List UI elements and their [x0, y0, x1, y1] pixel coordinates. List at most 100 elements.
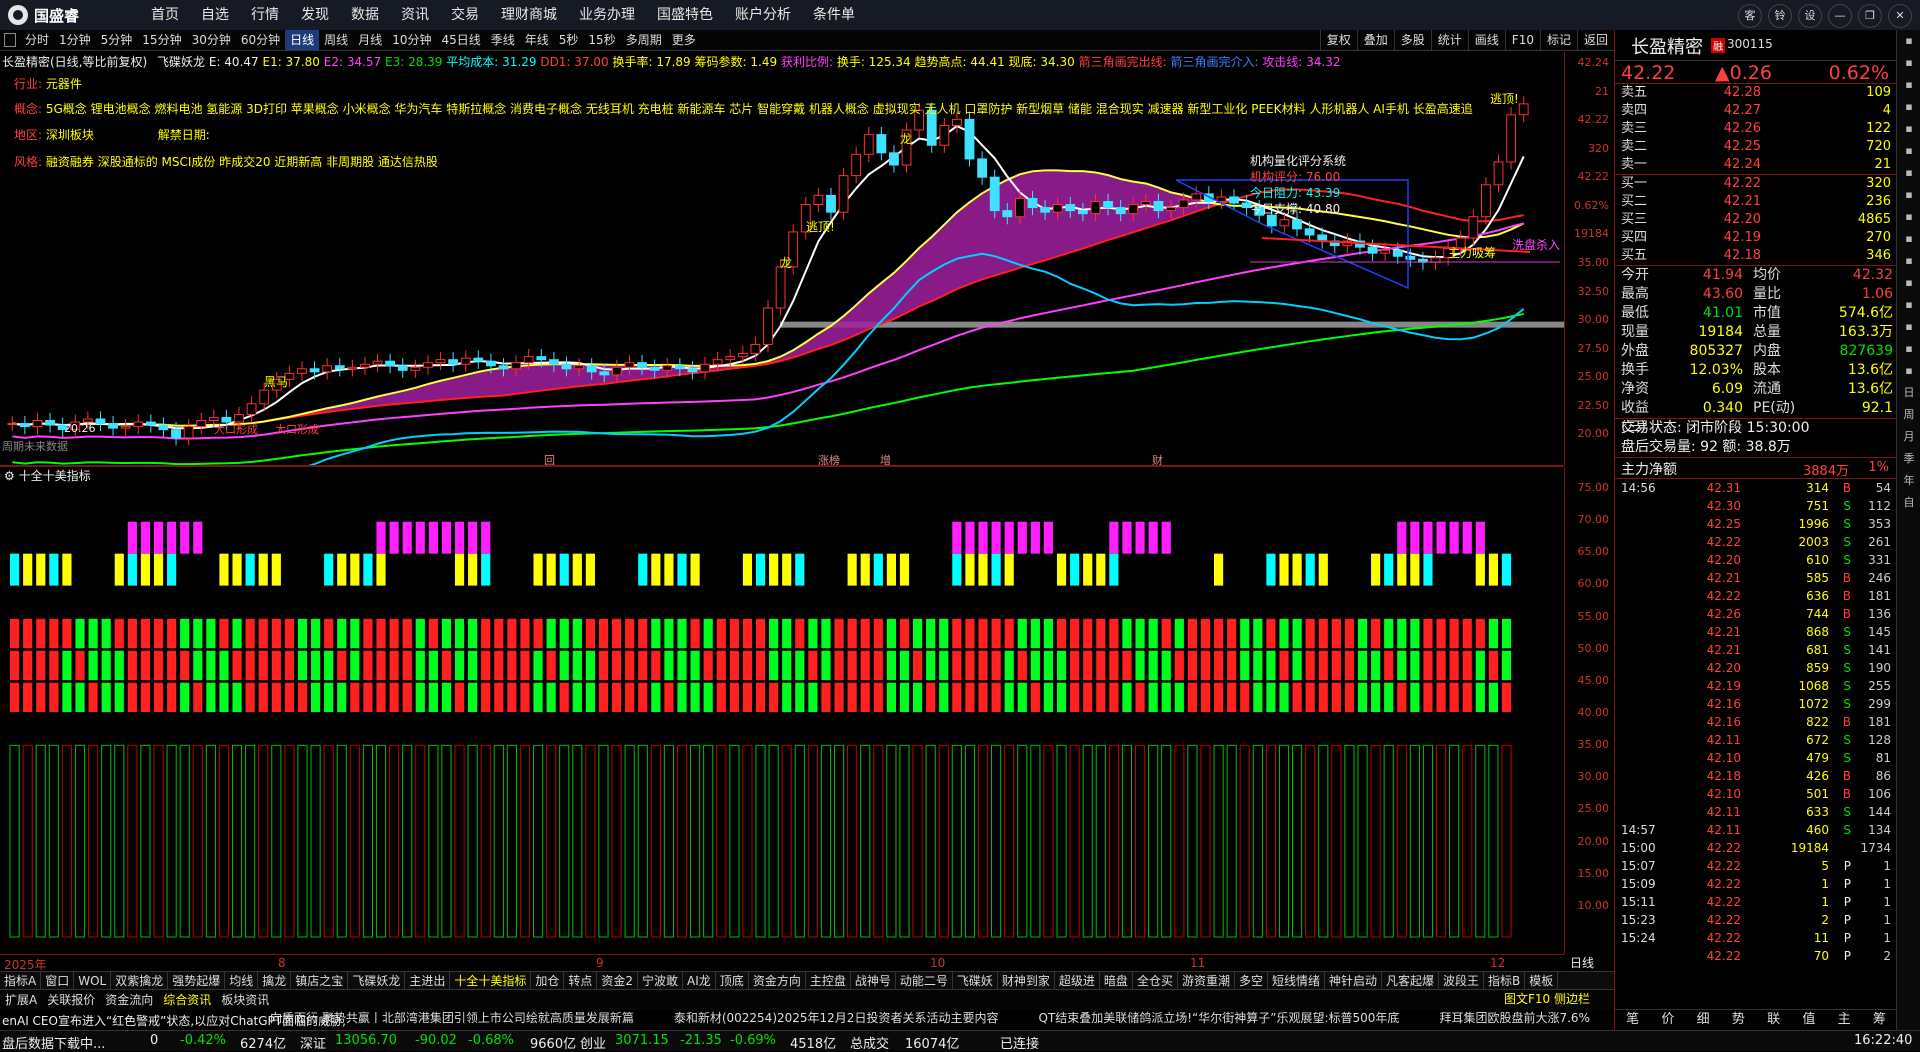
menu-item-10[interactable]: 账户分析: [724, 0, 802, 30]
side-tool-icon[interactable]: ▪: [1897, 184, 1920, 206]
indicator-tab-8[interactable]: 飞碟妖龙: [348, 972, 406, 990]
collapse-icon[interactable]: [4, 33, 16, 47]
indicator-tab-29[interactable]: 神针启动: [1325, 972, 1383, 990]
tick-tab-3[interactable]: 势: [1721, 1010, 1756, 1030]
window-control-0[interactable]: 客: [1738, 4, 1762, 28]
indicator-tab-32[interactable]: 指标B: [1484, 972, 1526, 990]
side-tool-icon[interactable]: ▪: [1897, 118, 1920, 140]
indicator-tab-22[interactable]: 财神到家: [998, 972, 1055, 990]
bid-row[interactable]: 买四 42.19 270: [1621, 229, 1897, 247]
side-tool-icon[interactable]: ▪: [1897, 140, 1920, 162]
bottom-tab-1[interactable]: 关联报价: [42, 990, 100, 1010]
indicator-tab-20[interactable]: 动能二号: [896, 972, 953, 990]
tool-button-3[interactable]: 统计: [1430, 30, 1468, 50]
tick-tab-0[interactable]: 笔: [1615, 1010, 1650, 1030]
period-8[interactable]: 月线: [353, 30, 387, 50]
side-tool-icon[interactable]: ▪: [1897, 52, 1920, 74]
side-tool-icon[interactable]: ▪: [1897, 162, 1920, 184]
window-control-3[interactable]: —: [1828, 4, 1852, 28]
indicator-tab-18[interactable]: 主控盘: [806, 972, 851, 990]
period-4[interactable]: 30分钟: [187, 30, 236, 50]
period-10[interactable]: 45日线: [436, 30, 485, 50]
indicator-tab-12[interactable]: 转点: [564, 972, 598, 990]
period-2[interactable]: 5分钟: [96, 30, 138, 50]
period-7[interactable]: 周线: [319, 30, 353, 50]
bottom-tab-3[interactable]: 综合资讯: [158, 990, 216, 1010]
ask-row[interactable]: 卖一 42.24 21: [1621, 156, 1897, 174]
sidebar-link[interactable]: 侧边栏: [1554, 992, 1590, 1006]
indicator-tab-7[interactable]: 镇店之宝: [291, 972, 349, 990]
tool-button-0[interactable]: 复权: [1319, 30, 1357, 50]
period-3[interactable]: 15分钟: [137, 30, 186, 50]
tool-button-5[interactable]: F10: [1504, 30, 1540, 50]
indicator-tab-26[interactable]: 游资重潮: [1178, 972, 1235, 990]
side-tool-icon[interactable]: ▪: [1897, 250, 1920, 272]
period-13[interactable]: 5秒: [554, 30, 584, 50]
indicator-tab-23[interactable]: 超级进: [1055, 972, 1100, 990]
indicator-tab-16[interactable]: 顶底: [716, 972, 749, 990]
period-1[interactable]: 1分钟: [54, 30, 96, 50]
side-period-4[interactable]: 年: [1897, 470, 1920, 492]
tool-button-6[interactable]: 标记: [1539, 30, 1577, 50]
ask-row[interactable]: 卖三 42.26 122: [1621, 120, 1897, 138]
tick-tab-4[interactable]: 联: [1756, 1010, 1791, 1030]
bottom-tab-4[interactable]: 板块资讯: [216, 990, 274, 1010]
side-tool-icon[interactable]: ▪: [1897, 228, 1920, 250]
period-12[interactable]: 年线: [520, 30, 554, 50]
news-item[interactable]: QT结束叠加美联储鸽派立场!“华尔街神算子”乐观展望:标普500年底: [1038, 1011, 1399, 1025]
news-item[interactable]: 泰和新材(002254)2025年12月2日投资者关系活动主要内容: [674, 1011, 999, 1025]
side-tool-icon[interactable]: ▪: [1897, 272, 1920, 294]
side-tool-icon[interactable]: ▪: [1897, 30, 1920, 52]
period-0[interactable]: 分时: [20, 30, 54, 50]
bid-row[interactable]: 买一 42.22 320: [1621, 175, 1897, 193]
indicator-tab-30[interactable]: 凡客起爆: [1382, 972, 1440, 990]
period-11[interactable]: 季线: [486, 30, 520, 50]
side-period-0[interactable]: 日: [1897, 382, 1920, 404]
period-6[interactable]: 日线: [285, 30, 320, 50]
tick-tab-6[interactable]: 主: [1827, 1010, 1862, 1030]
bid-row[interactable]: 买三 42.20 4865: [1621, 211, 1897, 229]
side-tool-icon[interactable]: ▪: [1897, 74, 1920, 96]
indicator-tab-1[interactable]: 窗口: [41, 972, 75, 990]
side-period-1[interactable]: 周: [1897, 404, 1920, 426]
indicator-tab-25[interactable]: 全仓买: [1133, 972, 1178, 990]
period-5[interactable]: 60分钟: [236, 30, 285, 50]
menu-item-0[interactable]: 首页: [140, 0, 190, 30]
indicator-tab-2[interactable]: WOL: [74, 972, 112, 990]
menu-item-7[interactable]: 理财商城: [490, 0, 568, 30]
side-tool-icon[interactable]: ▪: [1897, 96, 1920, 118]
news-item[interactable]: 拜耳集团欧股盘前大涨7.6%: [1439, 1011, 1590, 1025]
window-control-5[interactable]: ✕: [1888, 4, 1912, 28]
indicator-tab-4[interactable]: 强势起爆: [168, 972, 226, 990]
tool-button-1[interactable]: 叠加: [1356, 30, 1394, 50]
indicator-tab-14[interactable]: 宁波敢: [638, 972, 684, 990]
indicator-tab-6[interactable]: 擒龙: [258, 972, 292, 990]
indicator-tab-17[interactable]: 资金方向: [749, 972, 806, 990]
window-control-2[interactable]: 设: [1798, 4, 1822, 28]
tick-tab-7[interactable]: 筹: [1862, 1010, 1897, 1030]
window-control-1[interactable]: 铃: [1768, 4, 1792, 28]
tool-button-2[interactable]: 多股: [1393, 30, 1431, 50]
menu-item-5[interactable]: 资讯: [390, 0, 440, 30]
tick-tab-1[interactable]: 价: [1650, 1010, 1685, 1030]
side-period-5[interactable]: 自: [1897, 492, 1920, 514]
tool-button-7[interactable]: 返回: [1576, 30, 1614, 50]
indicator-tab-11[interactable]: 加仓: [531, 972, 565, 990]
side-tool-icon[interactable]: ▪: [1897, 206, 1920, 228]
period-14[interactable]: 15秒: [583, 30, 620, 50]
period-15[interactable]: 多周期: [621, 30, 667, 50]
side-tool-icon[interactable]: ▪: [1897, 294, 1920, 316]
side-tool-icon[interactable]: ▪: [1897, 338, 1920, 360]
tick-tab-5[interactable]: 值: [1791, 1010, 1826, 1030]
indicator-tab-19[interactable]: 战神号: [851, 972, 896, 990]
tool-button-4[interactable]: 画线: [1467, 30, 1505, 50]
period-16[interactable]: 更多: [667, 30, 701, 50]
ask-row[interactable]: 卖五 42.28 109: [1621, 84, 1897, 102]
indicator-tab-0[interactable]: 指标A: [0, 972, 42, 990]
bid-row[interactable]: 买二 42.21 236: [1621, 193, 1897, 211]
ask-row[interactable]: 卖四 42.27 4: [1621, 102, 1897, 120]
bottom-tab-2[interactable]: 资金流向: [100, 990, 158, 1010]
indicator-chart[interactable]: [0, 467, 1564, 954]
indicator-tab-3[interactable]: 双紫擒龙: [111, 972, 169, 990]
indicator-tab-33[interactable]: 模板: [1525, 972, 1559, 990]
